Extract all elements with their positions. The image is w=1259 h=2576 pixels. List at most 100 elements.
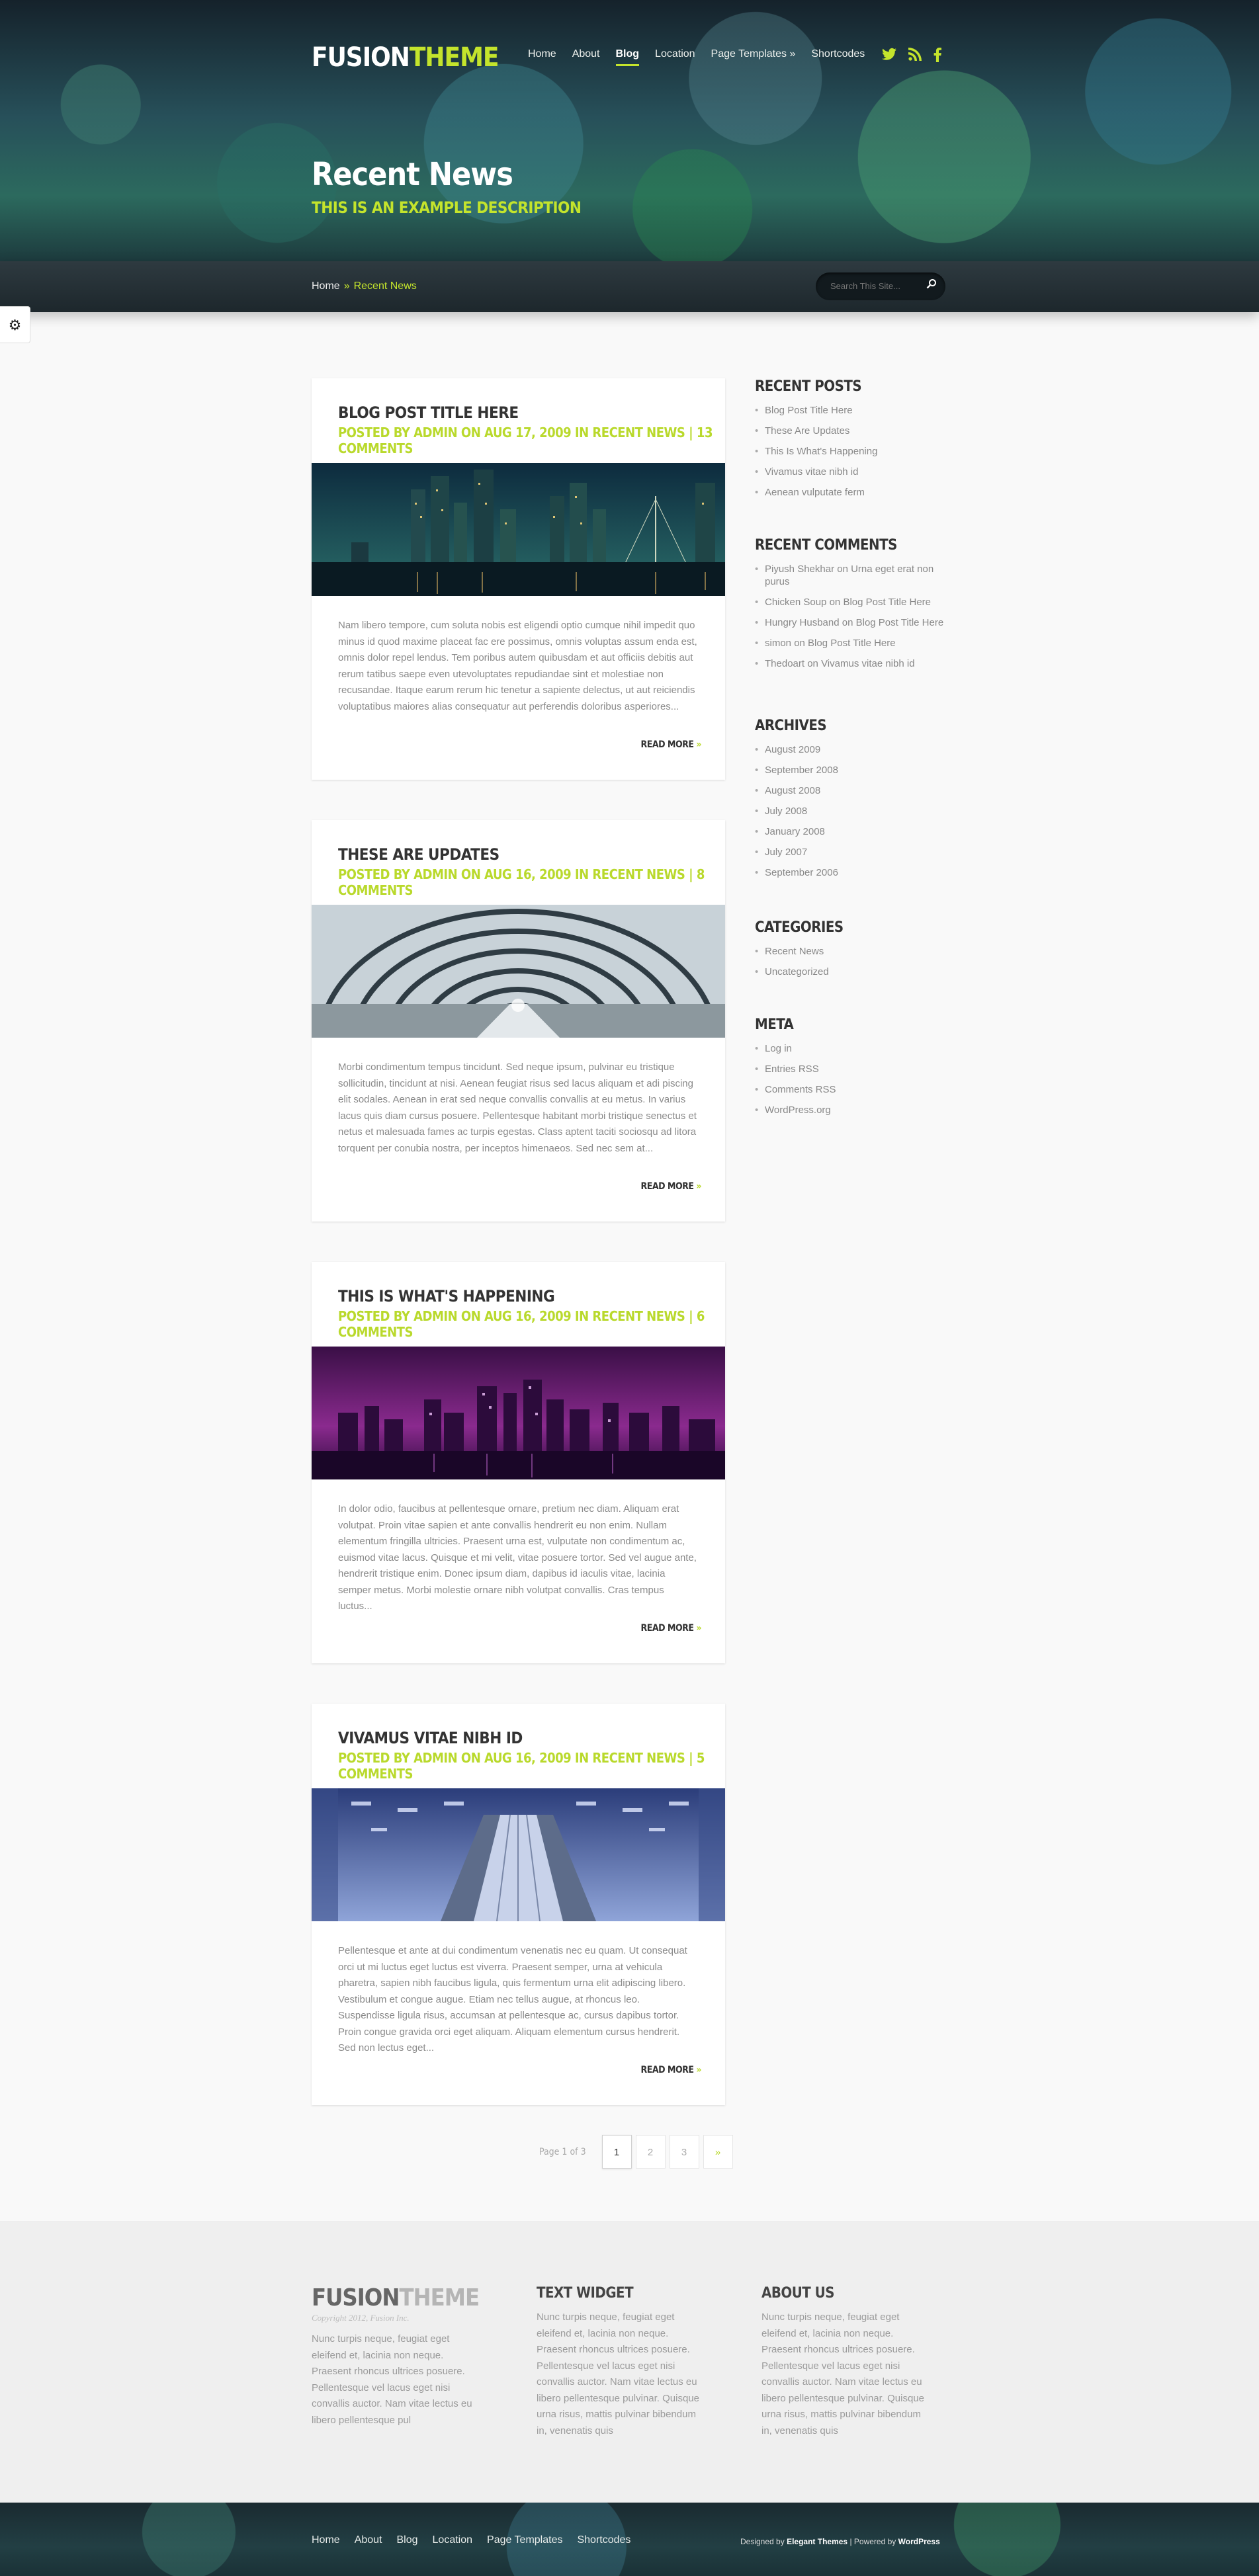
comment-author[interactable]: Hungry Husband bbox=[765, 617, 840, 628]
credits-powered: Powered by bbox=[853, 2537, 896, 2546]
recent-post-item[interactable]: This Is What's Happening bbox=[755, 445, 953, 458]
comment-connector: on bbox=[837, 563, 848, 575]
archive-item[interactable]: August 2008 bbox=[755, 784, 953, 797]
search-icon[interactable] bbox=[926, 278, 937, 289]
nav-home[interactable]: Home bbox=[528, 48, 556, 66]
comment-post-link[interactable]: Blog Post Title Here bbox=[843, 597, 931, 608]
post-thumbnail[interactable] bbox=[312, 463, 725, 596]
nav-location[interactable]: Location bbox=[655, 48, 695, 66]
comment-author[interactable]: simon bbox=[765, 638, 791, 649]
post-meta: POSTED BY ADMIN ON AUG 17, 2009 IN RECEN… bbox=[338, 425, 713, 456]
page-title: Recent News bbox=[312, 156, 513, 193]
footer-nav-location[interactable]: Location bbox=[433, 2534, 473, 2546]
footer-nav-home[interactable]: Home bbox=[312, 2534, 340, 2546]
archive-item[interactable]: September 2006 bbox=[755, 866, 953, 879]
widget-title: CATEGORIES bbox=[755, 919, 844, 936]
post-excerpt: Morbi condimentum tempus tincidunt. Sed … bbox=[338, 1061, 697, 1154]
footer-widget-text: Nunc turpis neque, feugiat eget eleifend… bbox=[537, 2311, 699, 2436]
footer-logo-text: Nunc turpis neque, feugiat eget eleifend… bbox=[312, 2333, 472, 2426]
breadcrumb-current: Recent News bbox=[353, 280, 417, 292]
meta-item[interactable]: WordPress.org bbox=[755, 1104, 953, 1116]
comment-author[interactable]: Piyush Shekhar bbox=[765, 563, 834, 575]
post-thumbnail[interactable] bbox=[312, 905, 725, 1038]
gear-icon: ⚙ bbox=[8, 317, 22, 333]
page-button-2[interactable]: 2 bbox=[635, 2135, 666, 2169]
meta-item[interactable]: Log in bbox=[755, 1042, 953, 1055]
comment-author[interactable]: Chicken Soup bbox=[765, 597, 826, 608]
footer-nav-about[interactable]: About bbox=[355, 2534, 382, 2546]
footer-logo-accent: THEME bbox=[399, 2284, 480, 2311]
widget-archives: ARCHIVES August 2009 September 2008 Augu… bbox=[755, 718, 953, 887]
read-more-link[interactable]: READ MORE » bbox=[641, 1623, 702, 1634]
nav-blog[interactable]: Blog bbox=[615, 48, 640, 66]
page-button-1[interactable]: 1 bbox=[601, 2135, 632, 2169]
archive-item[interactable]: July 2007 bbox=[755, 846, 953, 858]
footer-nav-page-templates[interactable]: Page Templates bbox=[487, 2534, 562, 2546]
post-card: BLOG POST TITLE HERE POSTED BY ADMIN ON … bbox=[312, 378, 725, 780]
page-button-3[interactable]: 3 bbox=[669, 2135, 699, 2169]
read-more-link[interactable]: READ MORE » bbox=[640, 1181, 702, 1192]
credits-platform-link[interactable]: WordPress bbox=[898, 2537, 940, 2546]
comment-post-link[interactable]: Blog Post Title Here bbox=[856, 617, 944, 628]
footer-widget-text: Nunc turpis neque, feugiat eget eleifend… bbox=[761, 2311, 924, 2436]
comment-post-link[interactable]: Vivamus vitae nibh id bbox=[821, 658, 914, 669]
archive-item[interactable]: July 2008 bbox=[755, 805, 953, 817]
post-thumbnail[interactable] bbox=[312, 1347, 725, 1479]
archive-item[interactable]: January 2008 bbox=[755, 825, 953, 838]
recent-post-item[interactable]: These Are Updates bbox=[755, 425, 953, 437]
footer-logo[interactable]: FUSIONTHEME bbox=[312, 2285, 484, 2311]
rss-icon[interactable] bbox=[908, 48, 922, 62]
read-more-link[interactable]: READ MORE » bbox=[641, 2065, 702, 2075]
recent-post-item[interactable]: Vivamus vitae nibh id bbox=[755, 466, 953, 478]
nav-page-templates[interactable]: Page Templates » bbox=[711, 48, 796, 66]
footer-logo-column: FUSIONTHEME Copyright 2012, Fusion Inc. … bbox=[312, 2285, 484, 2429]
footer-nav-shortcodes[interactable]: Shortcodes bbox=[577, 2534, 630, 2546]
arrow-right-icon: » bbox=[696, 2065, 701, 2075]
comment-author[interactable]: Thedoart bbox=[765, 658, 804, 669]
widget-recent-comments: RECENT COMMENTS Piyush Shekhar on Urna e… bbox=[755, 537, 953, 678]
footer-nav-blog[interactable]: Blog bbox=[397, 2534, 418, 2546]
arrow-right-icon: » bbox=[696, 1181, 701, 1192]
logo-main: FUSION bbox=[312, 42, 410, 73]
post-title[interactable]: THIS IS WHAT'S HAPPENING bbox=[338, 1287, 555, 1306]
footer-about-widget: ABOUT US Nunc turpis neque, feugiat eget… bbox=[761, 2285, 933, 2439]
nav-about[interactable]: About bbox=[572, 48, 600, 66]
recent-comment-item: simon on Blog Post Title Here bbox=[755, 637, 953, 649]
credits-designer-link[interactable]: Elegant Themes bbox=[787, 2537, 847, 2546]
footer-text-widget: TEXT WIDGET Nunc turpis neque, feugiat e… bbox=[537, 2285, 709, 2439]
footer-nav: Home About Blog Location Page Templates … bbox=[312, 2534, 645, 2546]
next-page-button[interactable]: » bbox=[703, 2135, 733, 2169]
archive-item[interactable]: August 2009 bbox=[755, 743, 953, 756]
pagination-label: Page 1 of 3 bbox=[539, 2146, 586, 2157]
post-title[interactable]: THESE ARE UPDATES bbox=[338, 845, 499, 864]
footer-widgets: FUSIONTHEME Copyright 2012, Fusion Inc. … bbox=[0, 2222, 1259, 2503]
category-item[interactable]: Recent News bbox=[755, 945, 953, 958]
meta-item[interactable]: Comments RSS bbox=[755, 1083, 953, 1096]
widget-meta: META Log in Entries RSS Comments RSS Wor… bbox=[755, 1017, 953, 1124]
comment-connector: on bbox=[829, 597, 841, 608]
comment-post-link[interactable]: Blog Post Title Here bbox=[808, 638, 896, 649]
widget-title: RECENT COMMENTS bbox=[755, 537, 897, 554]
nav-shortcodes[interactable]: Shortcodes bbox=[811, 48, 865, 66]
nav-page-templates-label: Page Templates bbox=[711, 48, 787, 60]
arrow-right-icon: » bbox=[696, 1623, 701, 1634]
archive-item[interactable]: September 2008 bbox=[755, 764, 953, 776]
comment-connector: on bbox=[794, 638, 805, 649]
meta-item[interactable]: Entries RSS bbox=[755, 1063, 953, 1075]
site-logo[interactable]: FUSIONTHEME bbox=[312, 42, 499, 73]
read-more-link[interactable]: READ MORE » bbox=[641, 739, 702, 750]
footer-credits: Designed by Elegant Themes | Powered by … bbox=[740, 2537, 940, 2546]
settings-tab[interactable]: ⚙ bbox=[0, 306, 30, 343]
read-more-label: READ MORE bbox=[640, 1181, 694, 1192]
recent-post-item[interactable]: Aenean vulputate ferm bbox=[755, 486, 953, 499]
recent-post-item[interactable]: Blog Post Title Here bbox=[755, 404, 953, 417]
category-item[interactable]: Uncategorized bbox=[755, 966, 953, 978]
post-thumbnail[interactable] bbox=[312, 1788, 725, 1921]
facebook-icon[interactable] bbox=[933, 48, 941, 62]
breadcrumb-home[interactable]: Home bbox=[312, 280, 340, 292]
twitter-icon[interactable] bbox=[882, 48, 896, 62]
footer-logo-main: FUSION bbox=[312, 2284, 400, 2311]
post-title[interactable]: BLOG POST TITLE HERE bbox=[338, 403, 519, 422]
widget-recent-posts: RECENT POSTS Blog Post Title Here These … bbox=[755, 378, 953, 507]
post-title[interactable]: VIVAMUS VITAE NIBH ID bbox=[338, 1729, 523, 1747]
